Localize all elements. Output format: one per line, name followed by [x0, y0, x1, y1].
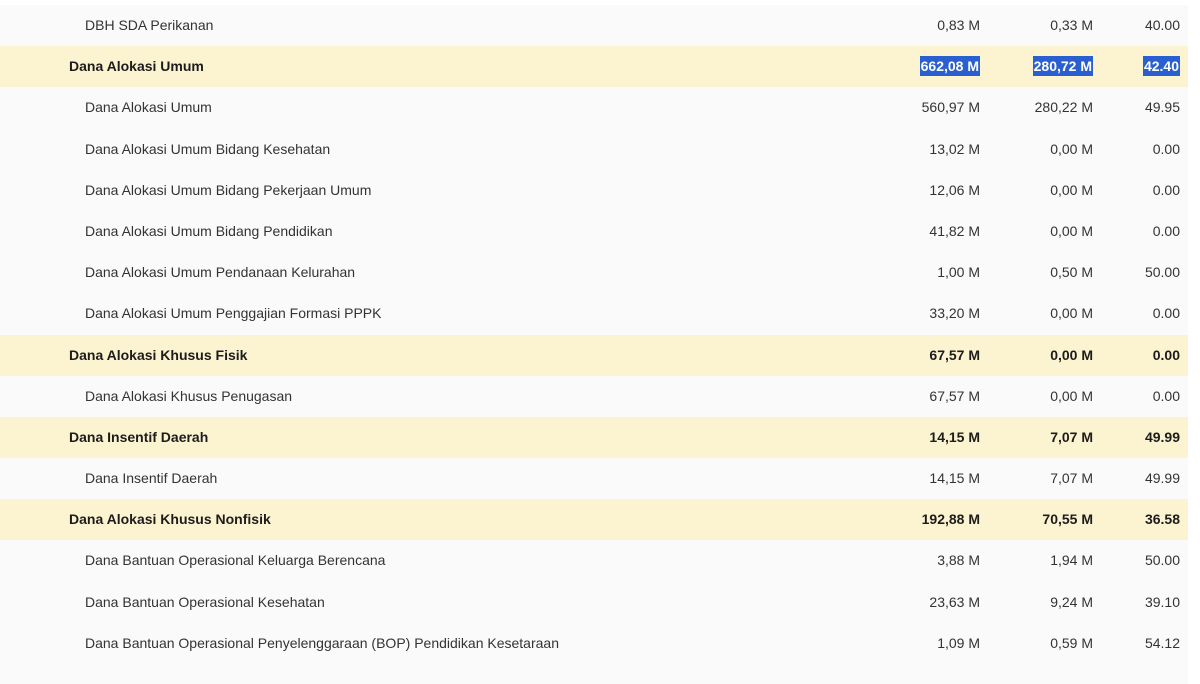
row-name: Dana Bantuan Operasional Keluarga Berenc… [85, 552, 386, 569]
row-value-1: 12,06 M [929, 181, 980, 198]
row-name: DBH SDA Perikanan [85, 17, 214, 33]
selected-text: 280,72 M [1032, 56, 1093, 77]
row-value-1: 23,63 M [929, 593, 980, 610]
row-percentage: 0.00 [1152, 181, 1180, 198]
table-row: Dana Alokasi Umum Bidang Pekerjaan Umum … [0, 169, 1188, 211]
table-group-row: Dana Insentif Daerah 14,15 M 7,07 M 49.9… [0, 416, 1188, 459]
row-value-1: 67,57 M [929, 387, 980, 404]
row-value-2: 9,24 M [1050, 593, 1093, 610]
table-row: Dana Alokasi Umum 560,97 M 280,22 M 49.9… [0, 87, 1188, 129]
row-name: Dana Alokasi Umum Pendanaan Kelurahan [85, 264, 356, 281]
table-row: Dana Bantuan Operasional Keluarga Berenc… [0, 540, 1188, 582]
row-name: Dana Alokasi Umum Bidang Pekerjaan Umum [85, 181, 372, 198]
row-name: Dana Alokasi Umum Bidang Pendidikan [85, 222, 333, 239]
row-value-1: 0,83 M [937, 17, 980, 33]
row-value-2: 0,33 M [1050, 17, 1093, 33]
table-row: Dana Bantuan Operasional Penyelenggaraan… [0, 622, 1188, 664]
row-percentage: 40.00 [1144, 17, 1180, 33]
table-group-row: Dana Alokasi Umum 662,08 M 280,72 M 42.4… [0, 46, 1188, 88]
table-row: Dana Insentif Daerah 14,15 M 7,07 M 49.9… [0, 458, 1188, 500]
selected-text: 42.40 [1142, 56, 1180, 77]
row-percentage: 50.00 [1144, 552, 1180, 569]
group-value-1: 662,08 M [919, 46, 980, 87]
row-value-2: 0,00 M [1050, 181, 1093, 198]
row-name: Dana Alokasi Khusus Penugasan [85, 387, 293, 404]
table-row: DBH SDA Perikanan 0,83 M 0,33 M 40.00 [0, 5, 1188, 47]
row-value-1: 14,15 M [929, 470, 980, 487]
row-value-1: 560,97 M [921, 99, 980, 116]
row-percentage: 0.00 [1152, 305, 1180, 322]
row-value-1: 13,02 M [929, 140, 980, 157]
group-value-1: 67,57 M [929, 346, 980, 363]
row-value-2: 0,50 M [1050, 264, 1093, 281]
row-value-2: 0,00 M [1050, 140, 1093, 157]
group-value-2: 7,07 M [1050, 428, 1093, 445]
row-value-2: 280,22 M [1034, 99, 1093, 116]
table-row: Dana Alokasi Umum Bidang Kesehatan 13,02… [0, 128, 1188, 170]
row-percentage: 49.95 [1144, 99, 1180, 116]
table-row: Dana Alokasi Umum Bidang Pendidikan 41,8… [0, 210, 1188, 253]
group-value-2: 70,55 M [1042, 511, 1093, 528]
budget-table: DBH SDA Perikanan 0,83 M 0,33 M 40.00 Da… [0, 5, 1188, 684]
table-row: Dana Alokasi Umum Pendanaan Kelurahan 1,… [0, 252, 1188, 294]
table-row: Dana Alokasi Khusus Penugasan 67,57 M 0,… [0, 375, 1188, 417]
row-percentage: 0.00 [1152, 140, 1180, 157]
table-row-cut-off [0, 664, 1188, 684]
selected-text: 662,08 M [919, 56, 980, 77]
row-value-1: 33,20 M [929, 305, 980, 322]
group-value-1: 192,88 M [921, 511, 980, 528]
group-value-2: 0,00 M [1050, 346, 1093, 363]
row-percentage: 0.00 [1152, 387, 1180, 404]
row-value-1: 41,82 M [929, 222, 980, 239]
row-name: Dana Bantuan Operasional Kesehatan [85, 593, 325, 610]
row-percentage: 0.00 [1152, 222, 1180, 239]
row-value-1: 1,09 M [937, 634, 980, 651]
table-row: Dana Bantuan Operasional Kesehatan 23,63… [0, 581, 1188, 623]
row-value-2: 0,00 M [1050, 305, 1093, 322]
row-value-2: 0,00 M [1050, 222, 1093, 239]
row-value-2: 7,07 M [1050, 470, 1093, 487]
row-value-1: 3,88 M [937, 552, 980, 569]
table-row: Dana Alokasi Umum Penggajian Formasi PPP… [0, 293, 1188, 335]
group-percentage: 0.00 [1152, 346, 1180, 363]
row-percentage: 50.00 [1144, 264, 1180, 281]
row-value-2: 1,94 M [1050, 552, 1093, 569]
row-name: Dana Alokasi Umum Bidang Kesehatan [85, 140, 331, 157]
group-value-1: 14,15 M [929, 428, 980, 445]
table-group-row: Dana Alokasi Khusus Nonfisik 192,88 M 70… [0, 499, 1188, 541]
row-percentage: 49.99 [1144, 470, 1180, 487]
table-group-row: Dana Alokasi Khusus Fisik 67,57 M 0,00 M… [0, 334, 1188, 376]
row-percentage: 39.10 [1144, 593, 1180, 610]
group-name: Dana Alokasi Khusus Nonfisik [69, 511, 271, 528]
row-value-2: 0,00 M [1050, 387, 1093, 404]
row-percentage: 54.12 [1144, 634, 1180, 651]
group-percentage: 36.58 [1144, 511, 1180, 528]
row-name: Dana Bantuan Operasional Penyelenggaraan… [85, 634, 559, 651]
row-name: Dana Insentif Daerah [85, 470, 218, 487]
row-name: Dana Alokasi Umum Penggajian Formasi PPP… [85, 305, 382, 322]
group-name: Dana Alokasi Umum [69, 58, 204, 75]
row-name: Dana Alokasi Umum [85, 99, 212, 116]
group-percentage: 49.99 [1144, 428, 1180, 445]
group-value-2: 280,72 M [1032, 46, 1093, 87]
row-value-2: 0,59 M [1050, 634, 1093, 651]
group-percentage: 42.40 [1142, 46, 1180, 87]
group-name: Dana Alokasi Khusus Fisik [69, 346, 248, 363]
group-name: Dana Insentif Daerah [69, 428, 209, 445]
row-value-1: 1,00 M [937, 264, 980, 281]
